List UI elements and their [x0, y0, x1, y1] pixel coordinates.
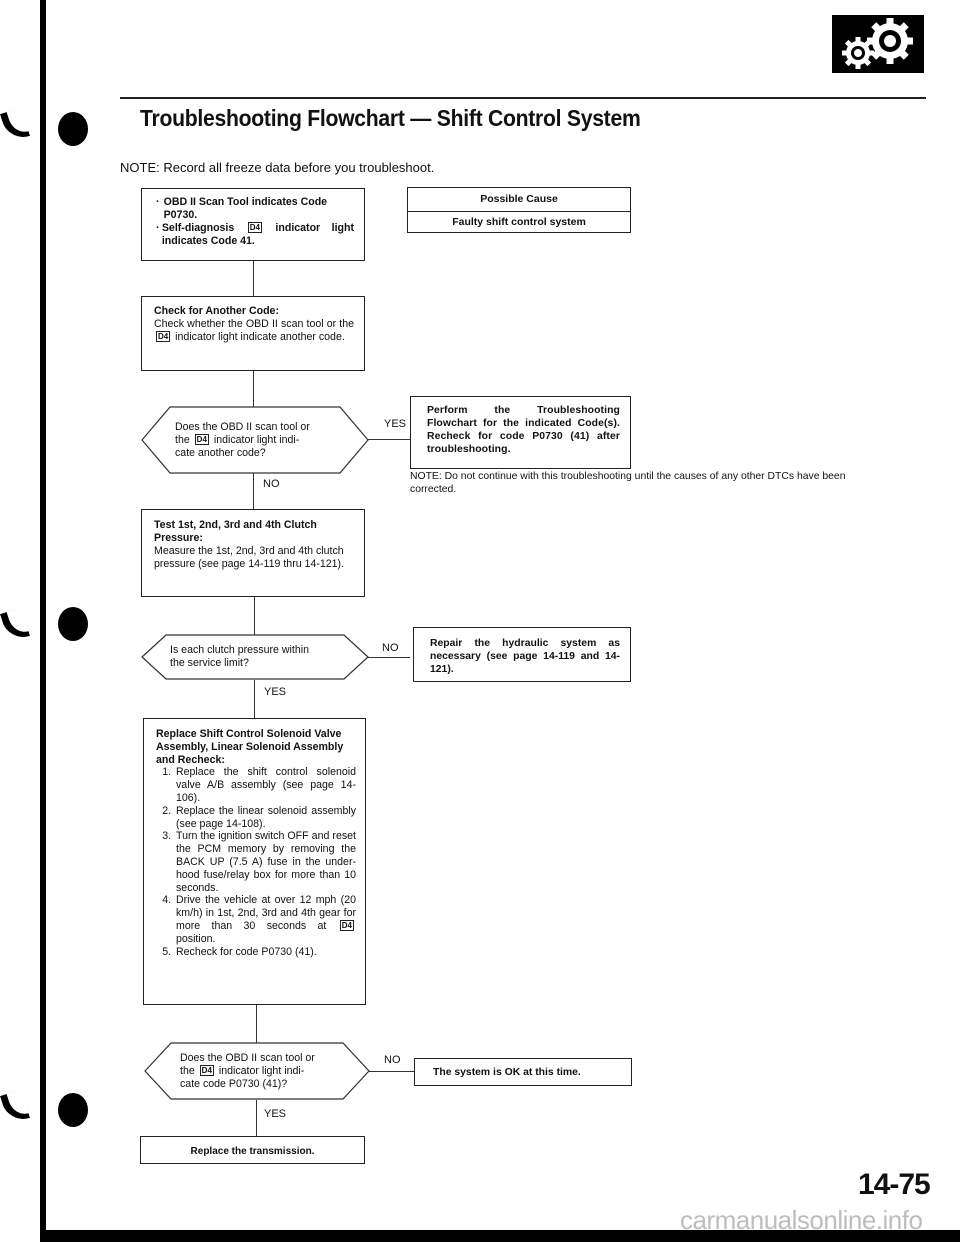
test-clutch-pressure-box: Test 1st, 2nd, 3rd and 4th Clutch Pressu… — [141, 509, 365, 597]
step-item: Drive the vehicle at over 12 mph (20 km/… — [174, 894, 356, 945]
start-bullet: · Self-diagnosis D4 indicator light indi… — [156, 222, 354, 247]
binding-spine — [40, 0, 46, 1242]
d4-indicator-icon: D4 — [339, 919, 354, 931]
binding-crescent-mark — [0, 607, 31, 643]
possible-cause-table: Possible Cause Faulty shift control syst… — [407, 187, 631, 233]
page-title: Troubleshooting Flowchart — Shift Contro… — [140, 105, 641, 131]
start-bullet-text: OBD II Scan Tool indicates Code P0730. — [163, 196, 328, 221]
flow-connector — [254, 597, 256, 635]
d4-indicator-icon: D4 — [194, 434, 209, 445]
flow-connector-yes — [368, 439, 410, 441]
binding-hole-mark — [58, 607, 88, 641]
flow-connector-no — [369, 1071, 414, 1073]
page-number: 14-75 — [858, 1168, 931, 1201]
flow-connector — [253, 371, 255, 407]
flow-connector — [256, 1005, 258, 1043]
step-item: Replace the linear solenoid assembly (se… — [174, 805, 356, 831]
start-bullet-text: Self-diagnosis D4 indicator light indica… — [161, 222, 354, 247]
flow-connector — [253, 473, 255, 513]
binding-crescent-mark — [0, 1089, 31, 1125]
d4-indicator-icon: D4 — [199, 1065, 214, 1076]
decision-p0730-text: Does the OBD II scan tool or the D4 indi… — [180, 1052, 315, 1090]
flow-connector-no — [368, 657, 410, 659]
check-another-code-box: Check for Another Code: Check whether th… — [141, 296, 365, 371]
start-condition-box: · OBD II Scan Tool indicates Code P0730.… — [141, 188, 365, 261]
header-rule — [120, 97, 926, 99]
flow-connector — [254, 680, 256, 718]
replace-solenoid-box: Replace Shift Control Solenoid Valve Ass… — [143, 718, 366, 1005]
possible-cause-heading: Possible Cause — [408, 188, 630, 212]
test-clutch-body: Measure the 1st, 2nd, 3rd and 4th clutch… — [154, 545, 345, 570]
binding-hole-mark — [58, 112, 88, 146]
d4-indicator-icon: D4 — [247, 222, 262, 233]
binding-crescent-mark — [0, 107, 31, 143]
watermark: carmanualsonline.info — [680, 1205, 923, 1235]
no-label: NO — [263, 478, 280, 490]
dtc-note: NOTE: Do not continue with this troubles… — [410, 471, 846, 495]
possible-cause-value: Faulty shift control system — [452, 216, 586, 228]
system-ok-box: The system is OK at this time. — [414, 1058, 632, 1086]
start-bullet: · OBD II Scan Tool indicates Code P0730. — [156, 196, 354, 222]
yes-label: YES — [264, 1108, 287, 1120]
decision-clutch-pressure-text: Is each clutch pressure within the servi… — [170, 644, 309, 669]
binding-hole-mark — [58, 1093, 88, 1127]
yes-label: YES — [384, 418, 407, 430]
decision-another-code-text: Does the OBD II scan tool or the D4 indi… — [175, 421, 310, 459]
gears-icon — [832, 15, 924, 73]
d4-indicator-icon: D4 — [156, 331, 171, 342]
flow-connector — [256, 1100, 258, 1138]
test-clutch-heading: Test 1st, 2nd, 3rd and 4th Clutch Pressu… — [154, 519, 317, 544]
step-item: Replace the shift control solenoid valve… — [174, 766, 356, 804]
check-code-body: Check whether the OBD II scan tool or th… — [154, 318, 354, 343]
repair-hydraulic-box: Repair the hydraulic system as necessary… — [413, 627, 631, 682]
perform-troubleshooting-box: Perform the Troubleshooting Flowchart fo… — [410, 396, 631, 469]
yes-label: YES — [264, 686, 287, 698]
flow-connector — [253, 261, 255, 296]
check-code-heading: Check for Another Code: — [154, 305, 279, 317]
replace-transmission-box: Replace the transmission. — [140, 1136, 365, 1164]
no-label: NO — [382, 642, 399, 654]
step-item: Turn the ignition switch OFF and reset t… — [174, 830, 356, 894]
freeze-data-note: NOTE: Record all freeze data before you … — [120, 160, 435, 175]
replace-solenoid-heading: Replace Shift Control Solenoid Valve Ass… — [156, 728, 344, 766]
replace-solenoid-steps: Replace the shift control solenoid valve… — [156, 766, 356, 958]
no-label: NO — [384, 1054, 401, 1066]
step-item: Recheck for code P0730 (41). — [174, 946, 356, 959]
